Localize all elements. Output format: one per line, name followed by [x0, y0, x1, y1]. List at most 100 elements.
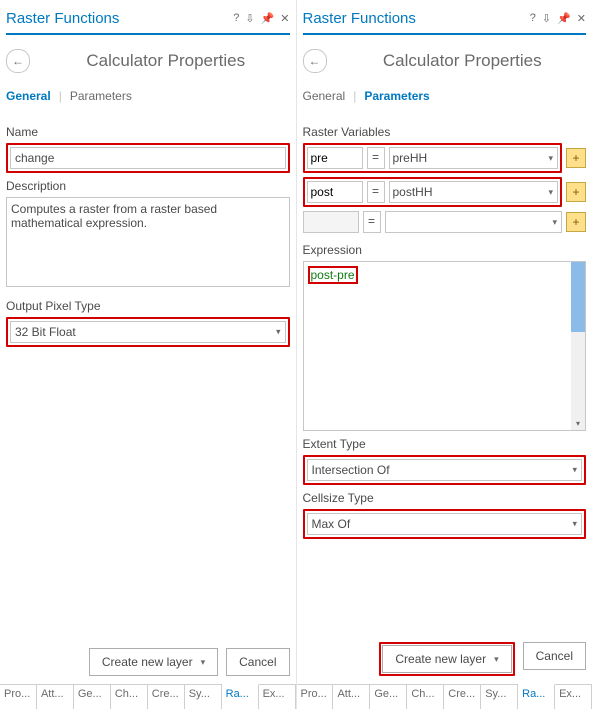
scroll-thumb[interactable]	[571, 262, 585, 332]
pixel-type-highlight: 32 Bit Float ▾	[6, 317, 290, 347]
var-value-select[interactable]: preHH ▾	[389, 147, 559, 169]
bottom-tab[interactable]: Ch...	[407, 685, 444, 709]
raster-vars-label: Raster Variables	[303, 125, 587, 139]
titlebar: Raster Functions ? ⇩ 📌 ✕	[303, 6, 587, 35]
name-label: Name	[6, 125, 290, 139]
name-input[interactable]	[10, 147, 286, 169]
help-icon[interactable]: ?	[233, 12, 239, 25]
panel-title: Raster Functions	[6, 10, 233, 27]
right-panel: Raster Functions ? ⇩ 📌 ✕ ← Calculator Pr…	[296, 0, 592, 709]
bottom-tab[interactable]: Sy...	[185, 685, 222, 709]
extent-type-highlight: Intersection Of ▾	[303, 455, 587, 485]
create-button-highlight: Create new layer ▾	[379, 642, 514, 676]
bottom-tab[interactable]: Ra...	[222, 684, 259, 709]
autohide-icon[interactable]: ⇩	[245, 12, 254, 25]
expression-textarea[interactable]: post-pre ▾	[303, 261, 587, 431]
bottom-tab[interactable]: Ge...	[74, 685, 111, 709]
bottom-tab-strip: Pro...Att...Ge...Ch...Cre...Sy...Ra...Ex…	[297, 684, 592, 709]
var-name-input[interactable]	[303, 211, 359, 233]
equals-label: =	[367, 181, 385, 203]
add-raster-button[interactable]: +	[566, 148, 586, 168]
panel-title: Raster Functions	[303, 10, 530, 27]
chevron-down-icon: ▾	[494, 654, 499, 665]
extent-type-select[interactable]: Intersection Of ▾	[307, 459, 583, 481]
chevron-down-icon: ▾	[552, 217, 557, 228]
bottom-tab[interactable]: Ex...	[259, 685, 296, 709]
bottom-tab-strip: Pro...Att...Ge...Ch...Cre...Sy...Ra...Ex…	[0, 684, 296, 709]
cellsize-type-select[interactable]: Max Of ▾	[307, 513, 583, 535]
tab-general[interactable]: General	[303, 87, 346, 105]
chevron-down-icon: ▾	[201, 657, 206, 668]
cellsize-type-label: Cellsize Type	[303, 491, 587, 505]
equals-label: =	[363, 211, 381, 233]
chevron-down-icon: ▾	[276, 327, 281, 338]
subheader: ← Calculator Properties	[303, 49, 587, 73]
help-icon[interactable]: ?	[530, 12, 536, 25]
var-value-select[interactable]: ▾	[385, 211, 563, 233]
close-icon[interactable]: ✕	[280, 12, 289, 25]
bottom-tab[interactable]: Sy...	[481, 685, 518, 709]
titlebar: Raster Functions ? ⇩ 📌 ✕	[6, 6, 290, 35]
add-raster-button[interactable]: +	[566, 182, 586, 202]
pixel-type-label: Output Pixel Type	[6, 299, 290, 313]
page-subtitle: Calculator Properties	[42, 51, 290, 71]
description-label: Description	[6, 179, 290, 193]
back-button[interactable]: ←	[303, 49, 327, 73]
tab-general[interactable]: General	[6, 87, 51, 105]
name-highlight	[6, 143, 290, 173]
chevron-down-icon: ▾	[548, 187, 553, 198]
pixel-type-select[interactable]: 32 Bit Float ▾	[10, 321, 286, 343]
bottom-tab[interactable]: Pro...	[297, 685, 334, 709]
bottom-tab[interactable]: Cre...	[148, 685, 185, 709]
var-row-0: = preHH ▾ +	[303, 143, 587, 173]
cancel-button[interactable]: Cancel	[523, 642, 586, 670]
button-row: Create new layer ▾ Cancel	[6, 640, 290, 676]
bottom-tab[interactable]: Att...	[37, 685, 74, 709]
bottom-tab[interactable]: Cre...	[444, 685, 481, 709]
var-row-1: = postHH ▾ +	[303, 177, 587, 207]
create-new-layer-button[interactable]: Create new layer ▾	[382, 645, 511, 673]
autohide-icon[interactable]: ⇩	[542, 12, 551, 25]
var-row-2: = ▾ +	[303, 211, 587, 233]
create-new-layer-button[interactable]: Create new layer ▾	[89, 648, 218, 676]
page-subtitle: Calculator Properties	[339, 51, 587, 71]
scroll-down-button[interactable]: ▾	[571, 416, 585, 430]
titlebar-icons: ? ⇩ 📌 ✕	[530, 12, 586, 25]
equals-label: =	[367, 147, 385, 169]
var-name-input[interactable]	[307, 147, 363, 169]
cancel-button[interactable]: Cancel	[226, 648, 289, 676]
close-icon[interactable]: ✕	[577, 12, 586, 25]
var-row-highlight: = postHH ▾	[303, 177, 563, 207]
bottom-tab[interactable]: Ch...	[111, 685, 148, 709]
scrollbar[interactable]: ▾	[571, 262, 585, 430]
chevron-down-icon: ▾	[548, 153, 553, 164]
chevron-down-icon: ▾	[572, 465, 577, 476]
bottom-tab[interactable]: Att...	[333, 685, 370, 709]
extent-type-label: Extent Type	[303, 437, 587, 451]
tab-parameters[interactable]: Parameters	[70, 87, 132, 105]
tab-strip: General | Parameters	[6, 87, 290, 105]
pixel-type-value: 32 Bit Float	[15, 325, 76, 339]
tab-strip: General | Parameters	[303, 87, 587, 105]
bottom-tab[interactable]: Ge...	[370, 685, 407, 709]
left-panel: Raster Functions ? ⇩ 📌 ✕ ← Calculator Pr…	[0, 0, 296, 709]
back-button[interactable]: ←	[6, 49, 30, 73]
expression-label: Expression	[303, 243, 587, 257]
var-name-input[interactable]	[307, 181, 363, 203]
pin-icon[interactable]: 📌	[261, 12, 275, 25]
expression-value: post-pre	[308, 266, 358, 284]
bottom-tab[interactable]: Pro...	[0, 685, 37, 709]
chevron-down-icon: ▾	[572, 519, 577, 530]
cellsize-type-highlight: Max Of ▾	[303, 509, 587, 539]
subheader: ← Calculator Properties	[6, 49, 290, 73]
button-row: Create new layer ▾ Cancel	[303, 634, 587, 676]
tab-parameters[interactable]: Parameters	[364, 87, 429, 105]
bottom-tab[interactable]: Ra...	[518, 684, 555, 709]
bottom-tab[interactable]: Ex...	[555, 685, 592, 709]
var-row-highlight: = preHH ▾	[303, 143, 563, 173]
var-value-select[interactable]: postHH ▾	[389, 181, 559, 203]
pin-icon[interactable]: 📌	[557, 12, 571, 25]
description-textarea[interactable]: Computes a raster from a raster based ma…	[6, 197, 290, 287]
titlebar-icons: ? ⇩ 📌 ✕	[233, 12, 289, 25]
add-raster-button[interactable]: +	[566, 212, 586, 232]
